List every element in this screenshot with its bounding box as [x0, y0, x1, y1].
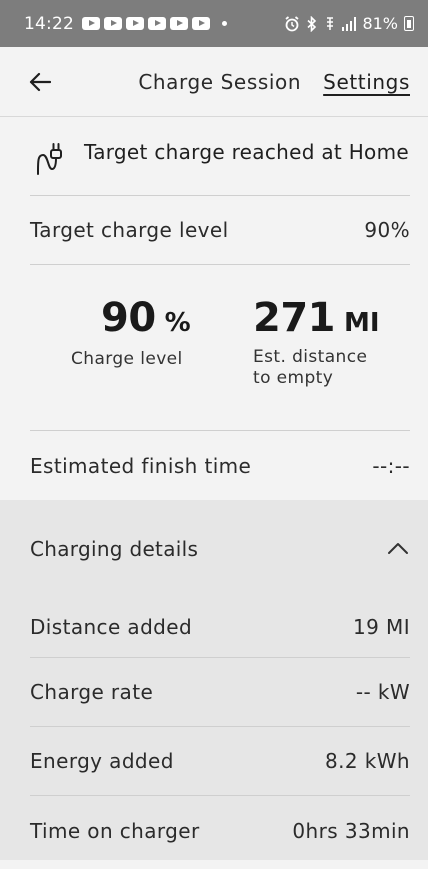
- youtube-notification-icon: [126, 17, 144, 30]
- detail-value: 19 MI: [353, 615, 410, 639]
- youtube-notification-icon: [192, 17, 210, 30]
- youtube-notification-icon: [170, 17, 188, 30]
- battery-icon: [404, 16, 414, 31]
- settings-link[interactable]: Settings: [323, 70, 410, 94]
- finish-time-value: --:--: [372, 453, 410, 478]
- charge-level-value: 90: [101, 295, 156, 341]
- charge-status-alert: Target charge reached at Home: [30, 117, 410, 196]
- bluetooth-icon: [307, 15, 317, 32]
- youtube-notification-icon: [104, 17, 122, 30]
- battery-percent: 81%: [362, 14, 398, 33]
- finish-time-row: Estimated finish time --:--: [30, 431, 410, 501]
- distance-stat: 271 MI Est. distance to empty: [253, 295, 380, 430]
- page-title: Charge Session: [138, 69, 302, 94]
- status-bar: 14:22 81%: [0, 0, 428, 47]
- detail-value: 0hrs 33min: [292, 818, 410, 843]
- detail-row-charge-rate: Charge rate -- kW: [30, 658, 410, 727]
- status-time: 14:22: [24, 13, 74, 34]
- detail-row-time-on-charger: Time on charger 0hrs 33min: [30, 796, 410, 865]
- charge-level-stat: 90 % Charge level: [71, 295, 251, 430]
- back-arrow-icon: [29, 72, 51, 91]
- charging-details-title: Charging details: [30, 536, 199, 561]
- detail-row-distance-added: Distance added 19 MI: [30, 597, 410, 658]
- alarm-icon: [285, 15, 299, 31]
- target-charge-label: Target charge level: [30, 218, 229, 242]
- detail-row-energy-added: Energy added 8.2 kWh: [30, 727, 410, 796]
- signal-icon: [342, 16, 357, 31]
- charge-stats: 90 % Charge level 271 MI Est. distance t…: [30, 265, 410, 431]
- detail-label: Energy added: [30, 749, 174, 773]
- chevron-up-icon[interactable]: [386, 537, 410, 561]
- charge-summary: Target charge reached at Home Target cha…: [0, 117, 428, 501]
- charge-level-unit: %: [164, 308, 191, 338]
- charge-status-message: Target charge reached at Home: [84, 140, 409, 164]
- distance-value: 271: [253, 295, 336, 341]
- distance-unit: MI: [344, 308, 380, 338]
- more-notifications-icon: [222, 21, 227, 26]
- charging-plug-icon: [37, 143, 62, 175]
- charge-level-label: Charge level: [71, 349, 183, 369]
- charging-details-header[interactable]: Charging details: [30, 500, 410, 597]
- detail-value: 8.2 kWh: [325, 749, 410, 773]
- target-charge-row[interactable]: Target charge level 90%: [30, 196, 410, 265]
- back-button[interactable]: [26, 68, 54, 96]
- target-charge-value: 90%: [364, 218, 410, 242]
- detail-label: Distance added: [30, 615, 193, 639]
- detail-label: Charge rate: [30, 680, 154, 704]
- charging-details-panel: Charging details Distance added 19 MI Ch…: [0, 500, 428, 860]
- youtube-notification-icon: [148, 17, 166, 30]
- distance-label: Est. distance to empty: [253, 347, 368, 388]
- app-header: Charge Session Settings: [0, 47, 428, 117]
- youtube-notification-icon: [82, 17, 100, 30]
- data-saver-icon: [327, 16, 334, 30]
- finish-time-label: Estimated finish time: [30, 453, 252, 478]
- detail-label: Time on charger: [30, 818, 200, 843]
- detail-value: -- kW: [355, 680, 410, 704]
